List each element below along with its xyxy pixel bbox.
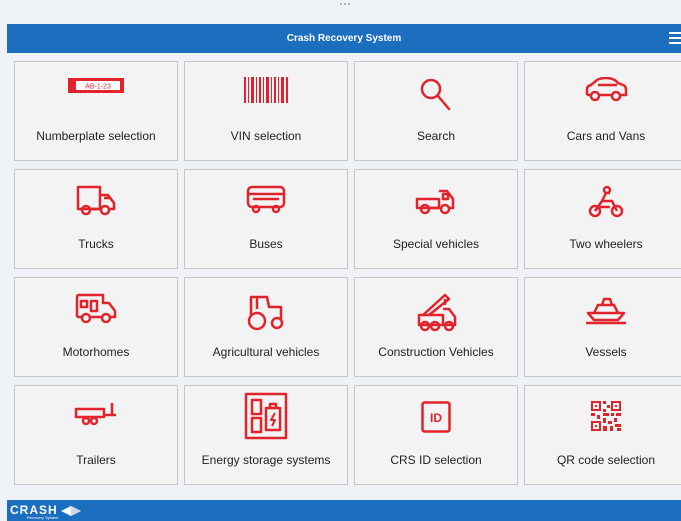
trailer-icon [74, 403, 116, 426]
multitasking-dots-icon [340, 3, 352, 6]
tile-buses[interactable]: Buses [184, 169, 348, 269]
motorhome-icon [75, 293, 117, 324]
tile-label: Cars and Vans [566, 129, 646, 143]
tile-label: VIN selection [230, 129, 302, 143]
id-card-icon: ID [421, 401, 451, 433]
tile-numberplate-selection[interactable]: AB-1-23 Numberplate selection [14, 61, 178, 161]
tractor-icon [247, 295, 284, 331]
hamburger-menu-icon[interactable] [669, 32, 681, 44]
tile-label: Vessels [585, 345, 627, 359]
tile-label: QR code selection [556, 453, 656, 467]
app-title: Crash Recovery System [286, 33, 402, 44]
truck-icon [76, 185, 116, 216]
tile-label: Numberplate selection [36, 129, 156, 143]
tile-label: Energy storage systems [201, 453, 331, 467]
tile-label: Agricultural vehicles [212, 345, 320, 359]
tile-search[interactable]: Search [354, 61, 518, 161]
tile-label: CRS ID selection [390, 453, 482, 467]
tile-motorhomes[interactable]: Motorhomes [14, 277, 178, 377]
tile-label: Construction Vehicles [378, 345, 494, 359]
tile-cars-and-vans[interactable]: Cars and Vans [524, 61, 681, 161]
tile-label: Trucks [78, 237, 114, 251]
svg-text:ID: ID [430, 411, 442, 425]
tile-agricultural-vehicles[interactable]: Agricultural vehicles [184, 277, 348, 377]
bus-icon [246, 185, 286, 214]
tile-construction-vehicles[interactable]: Construction Vehicles [354, 277, 518, 377]
logo-diamond-icon [61, 506, 81, 516]
special-vehicle-icon [415, 189, 455, 215]
logo-subtext: Recovery System [27, 515, 59, 520]
tile-label: Search [416, 129, 456, 143]
barcode-icon [244, 77, 288, 103]
tile-trucks[interactable]: Trucks [14, 169, 178, 269]
category-grid: AB-1-23 Numberplate selection VIN select… [14, 61, 681, 485]
tile-crs-id-selection[interactable]: ID CRS ID selection [354, 385, 518, 485]
battery-storage-icon [244, 392, 288, 440]
boat-icon [586, 297, 626, 325]
tile-label: Special vehicles [392, 237, 480, 251]
tile-two-wheelers[interactable]: Two wheelers [524, 169, 681, 269]
tile-vessels[interactable]: Vessels [524, 277, 681, 377]
crash-logo: CRASH Recovery System [10, 503, 90, 520]
tile-energy-storage-systems[interactable]: Energy storage systems [184, 385, 348, 485]
tile-label: Trailers [76, 453, 116, 467]
qr-code-icon [591, 401, 621, 431]
svg-text:AB-1-23: AB-1-23 [85, 84, 111, 91]
status-bar [0, 0, 681, 10]
footer-bar: CRASH Recovery System [7, 500, 681, 521]
app-header: Crash Recovery System [7, 24, 681, 53]
crane-truck-icon [417, 293, 457, 332]
tile-label: Buses [249, 237, 283, 251]
tile-label: Two wheelers [569, 237, 643, 251]
tile-qr-code-selection[interactable]: QR code selection [524, 385, 681, 485]
tile-vin-selection[interactable]: VIN selection [184, 61, 348, 161]
motorcycle-icon [588, 185, 624, 218]
car-icon [585, 77, 628, 102]
tile-label: Motorhomes [62, 345, 130, 359]
tile-special-vehicles[interactable]: Special vehicles [354, 169, 518, 269]
numberplate-icon: AB-1-23 [68, 78, 124, 93]
search-icon [420, 78, 451, 111]
tile-trailers[interactable]: Trailers [14, 385, 178, 485]
